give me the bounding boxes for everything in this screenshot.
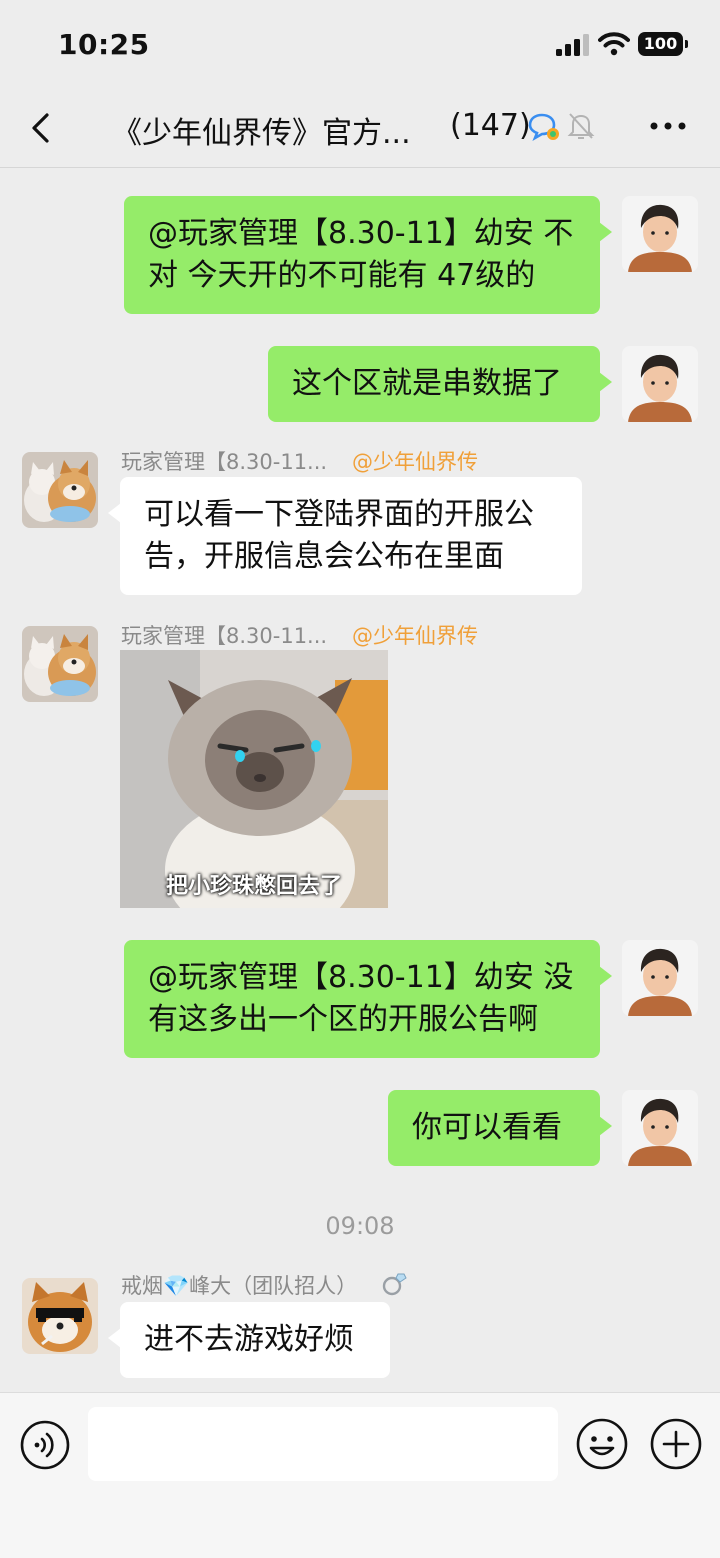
battery-indicator: 100 <box>638 32 688 56</box>
mute-icon <box>567 113 595 139</box>
sender-group-tag: @少年仙界传 <box>352 624 478 648</box>
group-chat-icon <box>528 113 559 141</box>
input-bar <box>0 1392 720 1558</box>
battery-level: 100 <box>638 32 683 56</box>
sender-name: 玩家管理【8.30-11... <box>121 450 328 474</box>
my-avatar[interactable] <box>622 1090 698 1166</box>
my-message-bubble[interactable]: @玩家管理【8.30-11】幼安 没 有这多出一个区的开服公告啊 <box>124 940 612 1058</box>
sticker-image[interactable]: 把小珍珠憋回去了 <box>120 650 388 908</box>
member-avatar[interactable] <box>22 626 98 702</box>
cat-dog-avatar-icon <box>22 452 98 528</box>
sticker-caption: 把小珍珠憋回去了 <box>165 874 342 899</box>
battery-tip <box>685 40 688 48</box>
my-avatar[interactable] <box>622 346 698 422</box>
cat-dog-avatar-icon <box>22 626 98 702</box>
ring-icon <box>382 1273 407 1296</box>
member-count: (147) <box>450 108 531 143</box>
time-divider: 09:08 <box>325 1212 395 1240</box>
person-avatar-icon <box>622 346 698 422</box>
wifi-icon <box>598 32 630 56</box>
sender-name: 玩家管理【8.30-11... <box>121 624 328 648</box>
message-line: 有这多出一个区的开服公告啊 <box>148 1002 538 1037</box>
message-line: 这个区就是串数据了 <box>292 366 562 401</box>
my-message-bubble[interactable]: 这个区就是串数据了 <box>268 346 612 422</box>
chevron-left-icon[interactable] <box>26 108 56 148</box>
shiba-sunglasses-avatar-icon <box>22 1278 98 1354</box>
message-line: 你可以看看 <box>412 1110 562 1145</box>
message-line: 可以看一下登陆界面的开服公 <box>144 497 534 532</box>
sender-name: 戒烟💎峰大（团队招人） <box>121 1274 358 1298</box>
more-icon[interactable] <box>648 116 688 136</box>
message-line: @玩家管理【8.30-11】幼安 没 <box>148 960 574 995</box>
status-time: 10:25 <box>58 28 150 61</box>
voice-icon[interactable] <box>20 1420 70 1470</box>
chat-header: 《少年仙界传》官方... (147) <box>0 90 720 168</box>
person-avatar-icon <box>622 196 698 272</box>
sender-group-tag: @少年仙界传 <box>352 450 478 474</box>
member-avatar[interactable] <box>22 452 98 528</box>
message-input[interactable] <box>88 1407 558 1481</box>
chat-title[interactable]: 《少年仙界传》官方... <box>112 108 411 152</box>
my-message-bubble[interactable]: @玩家管理【8.30-11】幼安 不 对 今天开的不可能有 47级的 <box>124 196 612 314</box>
message-line: 告，开服信息会公布在里面 <box>144 539 504 574</box>
my-avatar[interactable] <box>622 196 698 272</box>
person-avatar-icon <box>622 940 698 1016</box>
my-message-bubble[interactable]: 你可以看看 <box>388 1090 612 1166</box>
my-avatar[interactable] <box>622 940 698 1016</box>
message-line: 进不去游戏好烦 <box>144 1322 354 1357</box>
person-avatar-icon <box>622 1090 698 1166</box>
signal-icon <box>556 34 589 56</box>
plus-icon[interactable] <box>650 1418 702 1470</box>
member-message-bubble[interactable]: 可以看一下登陆界面的开服公 告，开服信息会公布在里面 <box>108 477 582 595</box>
message-line: @玩家管理【8.30-11】幼安 不 <box>148 216 574 251</box>
status-bar: 10:25 100 <box>0 0 720 90</box>
member-avatar[interactable] <box>22 1278 98 1354</box>
emoji-icon[interactable] <box>576 1418 628 1470</box>
message-line: 对 今天开的不可能有 47级的 <box>148 258 536 293</box>
member-message-bubble[interactable]: 进不去游戏好烦 <box>108 1302 390 1378</box>
